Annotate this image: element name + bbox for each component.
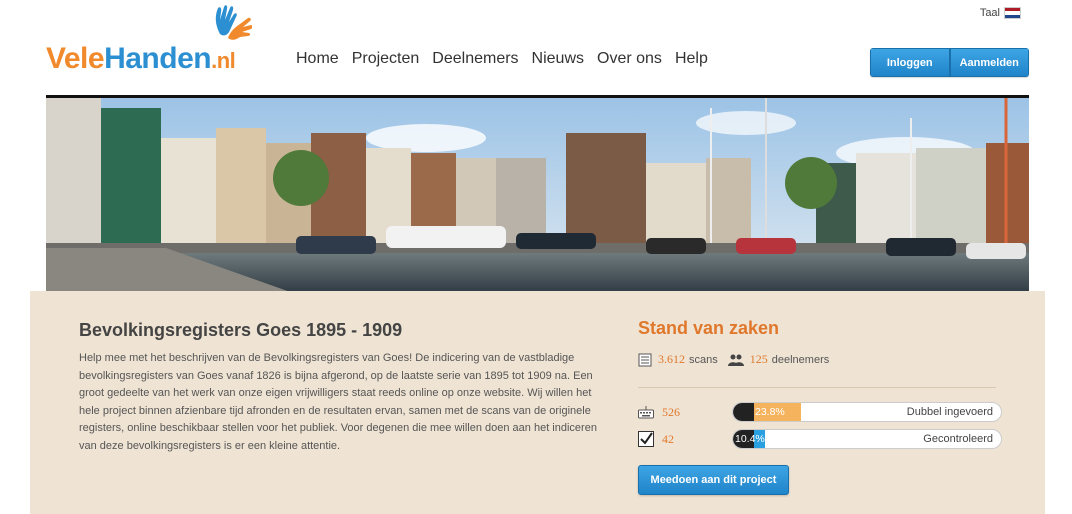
progress-row-double-entry: 526 23.8% Dubbel ingevoerd [638,402,1002,422]
nav-over-ons[interactable]: Over ons [597,50,662,68]
nav-help[interactable]: Help [675,50,708,68]
join-project-button[interactable]: Meedoen aan dit project [638,465,789,495]
velehanden-logo[interactable]: VeleHanden.nl [46,4,261,78]
checked-progress-bar: 10.4% Gecontroleerd [732,429,1002,449]
register-button[interactable]: Aanmelden [949,48,1029,77]
participants-label: deelnemers [771,353,830,366]
scans-label: scans [689,353,718,366]
checked-label: Gecontroleerd [923,433,993,445]
login-button[interactable]: Inloggen [870,48,950,77]
nav-home[interactable]: Home [296,50,339,68]
double-entry-progress-bar: 23.8% Dubbel ingevoerd [732,402,1002,422]
hero-image [46,95,1029,291]
project-title: Bevolkingsregisters Goes 1895 - 1909 [79,320,403,340]
language-label: Taal [979,7,1000,19]
nav-nieuws[interactable]: Nieuws [532,50,584,68]
project-stats: 3.612 scans 125 deelnemers [638,352,829,367]
scans-count: 3.612 [658,352,685,366]
logo-text: VeleHanden.nl [46,42,236,75]
main-nav: Home Projecten Deelnemers Nieuws Over on… [296,50,708,68]
hands-logo-icon [215,5,252,40]
divider [638,387,996,388]
project-description: Help mee met het beschrijven van de Bevo… [79,352,597,452]
double-entry-percent: 23.8% [755,406,785,418]
double-entry-label: Dubbel ingevoerd [906,406,993,418]
keyboard-icon [638,405,654,419]
nav-projecten[interactable]: Projecten [352,50,420,68]
double-entry-count: 526 [662,404,680,419]
language-selector[interactable]: Taal [980,7,1021,19]
checkbox-icon [638,431,654,447]
checked-count: 42 [662,431,674,446]
nav-deelnemers[interactable]: Deelnemers [432,50,518,68]
status-title: Stand van zaken [638,318,780,338]
harbour-town-photo [46,98,1029,291]
checked-percent: 10.4% [735,433,765,445]
project-panel: Bevolkingsregisters Goes 1895 - 1909 Hel… [30,291,1045,514]
participants-count: 125 [749,352,768,366]
auth-buttons: Inloggen Aanmelden [870,48,1029,77]
netherlands-flag-icon [1004,7,1021,19]
site-header: VeleHanden.nl Home Projecten Deelnemers … [0,0,1072,95]
document-icon [638,353,652,367]
progress-row-checked: 42 10.4% Gecontroleerd [638,429,1002,449]
users-icon [727,354,744,366]
